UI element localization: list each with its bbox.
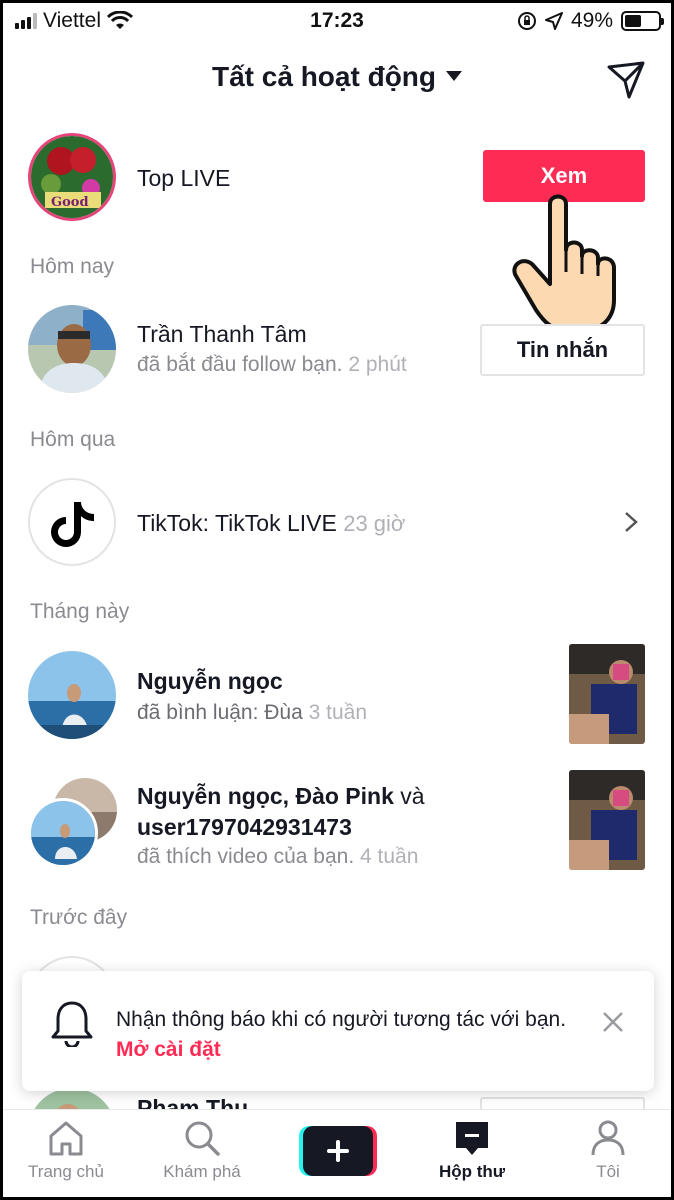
- commenter-name[interactable]: Nguyễn ngọc: [137, 668, 283, 695]
- close-icon[interactable]: [602, 1011, 624, 1033]
- section-earlier: Trước đây: [30, 906, 128, 929]
- location-icon: [544, 12, 563, 30]
- section-today: Hôm nay: [30, 255, 115, 278]
- follow-message: đã bắt đầu follow bạn.: [137, 353, 343, 376]
- chevron-right-icon[interactable]: [623, 511, 639, 533]
- search-icon: [185, 1121, 220, 1156]
- screen: Viettel 17:23 49% Tất cả hoạt động Good …: [3, 3, 671, 1197]
- tiktok-time: 23 giờ: [343, 511, 406, 536]
- bell-icon: [51, 1001, 93, 1047]
- follower-name[interactable]: Trần Thanh Tâm: [137, 321, 307, 348]
- notification-text: Nhận thông báo khi có người tương tác vớ…: [116, 1005, 576, 1065]
- caret-down-icon: [446, 70, 462, 81]
- likes-message: đã thích video của bạn.: [137, 845, 355, 868]
- message-button[interactable]: Tin nhắn: [480, 324, 645, 376]
- nav-discover[interactable]: Khám phá: [147, 1118, 257, 1182]
- status-bar: Viettel 17:23 49%: [3, 3, 671, 39]
- battery-percent: 49%: [570, 9, 613, 32]
- home-icon: [49, 1121, 83, 1156]
- and-text: và: [393, 783, 425, 809]
- profile-icon: [591, 1120, 625, 1156]
- top-live-label: Top LIVE: [137, 165, 231, 191]
- section-this-month: Tháng này: [30, 600, 130, 623]
- create-video-button[interactable]: [299, 1126, 377, 1176]
- tiktok-activity[interactable]: TikTok: TikTok LIVE 23 giờ: [137, 510, 405, 537]
- nav-inbox-label: Hộp thư: [438, 1162, 506, 1181]
- notification-prompt: Nhận thông báo khi có người tương tác vớ…: [22, 971, 654, 1091]
- notification-message: Nhận thông báo khi có người tương tác vớ…: [116, 1008, 567, 1031]
- likers-names[interactable]: Nguyễn ngọc, Đào Pink và user17970429314…: [137, 781, 425, 843]
- nav-discover-label: Khám phá: [163, 1162, 241, 1181]
- tiktok-avatar[interactable]: [28, 478, 116, 566]
- comment-activity-text: đã bình luận: Đùa 3 tuần: [137, 701, 367, 725]
- top-live-avatar[interactable]: Good: [28, 133, 116, 221]
- follow-time: 2 phút: [348, 353, 407, 376]
- liker-name-1: Nguyễn ngọc: [137, 783, 283, 809]
- follow-activity-text: đã bắt đầu follow bạn. 2 phút: [137, 353, 407, 377]
- header: Tất cả hoạt động: [3, 51, 671, 111]
- tiktok-message: : TikTok LIVE: [202, 510, 337, 536]
- pointing-hand-icon: [512, 194, 616, 332]
- section-yesterday: Hôm qua: [30, 428, 116, 451]
- rotation-lock-icon: [517, 12, 536, 30]
- activity-filter-dropdown[interactable]: Tất cả hoạt động: [3, 61, 671, 93]
- likes-time: 4 tuần: [360, 845, 419, 868]
- likes-activity-text: đã thích video của bạn. 4 tuần: [137, 845, 418, 869]
- name-separator: ,: [282, 783, 296, 809]
- bottom-nav: Trang chủ Khám phá Hộp thư Tôi: [3, 1109, 671, 1197]
- nav-inbox[interactable]: Hộp thư: [417, 1118, 527, 1182]
- svg-text:Good: Good: [51, 195, 89, 210]
- comment-time: 3 tuần: [308, 701, 368, 724]
- nav-profile-label: Tôi: [596, 1162, 620, 1181]
- open-settings-link[interactable]: Mở cài đặt: [116, 1038, 221, 1061]
- user-avatar[interactable]: [28, 305, 116, 393]
- video-thumbnail[interactable]: [569, 644, 645, 744]
- nav-home-label: Trang chủ: [28, 1162, 104, 1181]
- tiktok-logo-icon: [51, 502, 94, 547]
- tiktok-name: TikTok: [137, 510, 203, 536]
- status-right: 49%: [517, 9, 664, 33]
- direct-message-icon[interactable]: [605, 59, 647, 101]
- plus-icon: [303, 1126, 373, 1176]
- page-title: Tất cả hoạt động: [212, 61, 436, 92]
- user-avatar[interactable]: [28, 798, 98, 868]
- liker-name-3: user1797042931473: [137, 814, 352, 840]
- comment-message: đã bình luận: Đùa: [137, 701, 303, 724]
- nav-home[interactable]: Trang chủ: [11, 1118, 121, 1182]
- user-avatar[interactable]: [28, 651, 116, 739]
- liker-name-2: Đào Pink: [295, 783, 394, 809]
- nav-profile[interactable]: Tôi: [553, 1118, 663, 1182]
- battery-icon: [621, 11, 664, 31]
- inbox-icon: [456, 1122, 488, 1155]
- video-thumbnail[interactable]: [569, 770, 645, 870]
